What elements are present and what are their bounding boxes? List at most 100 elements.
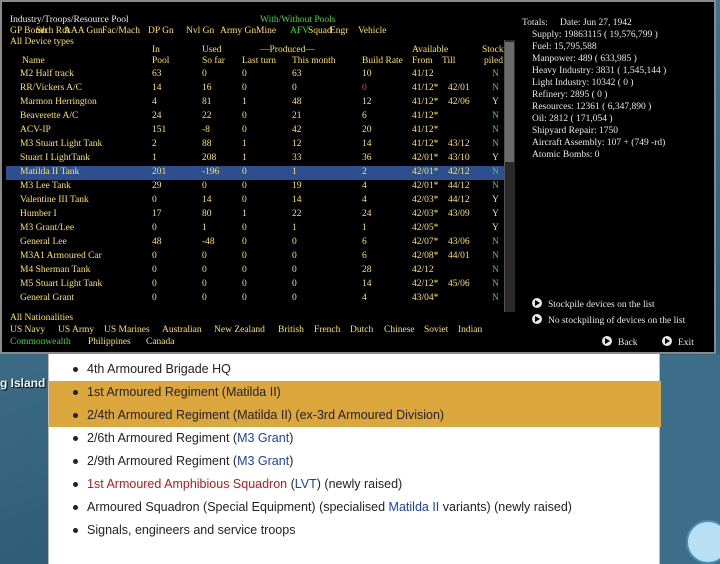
table-row[interactable]: M3 Lee Tank 29 0 0 19 4 42/01* 44/12 N (6, 180, 512, 194)
totals-line: Supply: 19863115 ( 19,576,799 ) (532, 30, 658, 40)
table-scrollbar[interactable] (504, 40, 515, 312)
wiki-text: Signals, engineers and service troops (87, 523, 296, 537)
cell-used: 14 (202, 195, 212, 205)
totals-line: Resources: 12361 ( 6,347,890 ) (532, 102, 652, 112)
wiki-text: Armoured Squadron (Special Equipment) (s… (87, 500, 389, 514)
table-row[interactable]: M5 Stuart Light Tank 0 0 0 0 14 42/12* 45/06 N (6, 278, 512, 292)
cell-pool: 0 (152, 293, 157, 303)
wiki-text: ( (287, 477, 295, 491)
totals-label: Totals: (522, 18, 548, 28)
cell-name: Beaverette A/C (20, 111, 79, 121)
device-type-fac-mach[interactable]: Fac/Mach (102, 25, 140, 37)
cell-name: M3 Lee Tank (20, 181, 71, 191)
current-date: Date: Jun 27, 1942 (560, 18, 632, 28)
nationality-australian[interactable]: Australian (162, 324, 202, 336)
all-nationalities[interactable]: All Nationalities (10, 312, 73, 324)
table-row[interactable]: Humber I 17 80 1 22 24 42/03* 43/09 Y (6, 208, 512, 222)
cell-month: 0 (292, 83, 297, 93)
wiki-link[interactable]: 1st Armoured Amphibious Squadron (87, 477, 287, 491)
cell-name: M5 Stuart Light Tank (20, 279, 103, 289)
cell-pool: 17 (152, 209, 162, 219)
cell-build: 12 (362, 97, 372, 107)
wiki-item-text: 2/4th Armoured Regiment (Matilda II) (ex… (87, 408, 444, 422)
table-row[interactable]: Beaverette A/C 24 22 0 21 6 41/12* N (6, 110, 512, 124)
nationality-us-army[interactable]: US Army (58, 324, 94, 336)
wiki-list-item: Signals, engineers and service troops (49, 519, 661, 542)
wiki-link[interactable]: M3 Grant (237, 431, 289, 445)
cell-from: 42/03* (412, 195, 439, 205)
table-row[interactable]: M2 Half track 63 0 0 63 10 41/12 N (6, 68, 512, 82)
cell-build: 6 (362, 237, 367, 247)
cell-build: 20 (362, 125, 372, 135)
cell-name: Humber I (20, 209, 57, 219)
cell-from: 42/07* (412, 237, 439, 247)
nationality-dutch[interactable]: Dutch (350, 324, 373, 336)
wiki-link[interactable]: M3 Grant (237, 454, 289, 468)
all-device-types[interactable]: All Device types (10, 36, 74, 48)
back-button[interactable]: Back (602, 336, 638, 348)
device-type-nvl-gn[interactable]: Nvl Gn (186, 25, 214, 37)
cell-used: 22 (202, 111, 212, 121)
nationality-indian[interactable]: Indian (458, 324, 482, 336)
stockpile-option[interactable]: Stockpile devices on the list (532, 298, 655, 310)
cell-used: 16 (202, 83, 212, 93)
cell-name: General Lee (20, 237, 67, 247)
cell-stock: N (492, 139, 499, 149)
device-type-dp-gn[interactable]: DP Gn (148, 25, 174, 37)
cell-till: 43/12 (448, 139, 470, 149)
cell-month: 21 (292, 111, 302, 121)
nationality-british[interactable]: British (278, 324, 304, 336)
cell-used: 88 (202, 139, 212, 149)
wiki-list-item: 2/6th Armoured Regiment (M3 Grant) (49, 427, 661, 450)
device-type-army-gn[interactable]: Army Gn (220, 25, 256, 37)
cell-till: 42/06 (448, 97, 470, 107)
cell-pool: 63 (152, 69, 162, 79)
device-type-mine[interactable]: Mine (256, 25, 276, 37)
cell-last: 0 (242, 279, 247, 289)
table-row[interactable]: ACV-IP 151 -8 0 42 20 41/12* N (6, 124, 512, 138)
no-stockpile-option[interactable]: No stockpiling of devices on the list (532, 314, 685, 326)
nationality-french[interactable]: French (314, 324, 340, 336)
nationality-commonwealth[interactable]: Commonwealth (10, 336, 71, 348)
nationality-us-navy[interactable]: US Navy (10, 324, 45, 336)
cell-stock: N (492, 237, 499, 247)
cell-stock: N (492, 265, 499, 275)
cell-build: 14 (362, 279, 372, 289)
device-type-afv[interactable]: AFV (290, 25, 309, 37)
table-row[interactable]: General Grant 0 0 0 0 4 43/04* N (6, 292, 512, 306)
device-type-engr[interactable]: Engr (330, 25, 348, 37)
cell-from: 42/01* (412, 167, 439, 177)
cell-name: General Grant (20, 293, 75, 303)
table-row[interactable]: M3A1 Armoured Car 0 0 0 0 6 42/08* 44/01 N (6, 250, 512, 264)
table-row[interactable]: Stuart I LightTank 1 208 1 33 36 42/01* 43/10 Y (6, 152, 512, 166)
device-type-vehicle[interactable]: Vehicle (358, 25, 387, 37)
nationality-chinese[interactable]: Chinese (384, 324, 415, 336)
cell-name: RR/Vickers A/C (20, 83, 82, 93)
cell-build: 4 (362, 181, 367, 191)
table-row[interactable]: M3 Grant/Lee 0 1 0 1 1 42/05* Y (6, 222, 512, 236)
scrollbar-thumb[interactable] (505, 42, 514, 162)
header-last: Last turn (242, 56, 277, 66)
table-row[interactable]: Marmon Herrington 4 81 1 48 12 41/12* 42/06 Y (6, 96, 512, 110)
cell-stock: N (492, 279, 499, 289)
wiki-list-item: 2/9th Armoured Regiment (M3 Grant) (49, 450, 661, 473)
cell-pool: 0 (152, 223, 157, 233)
device-type-squad[interactable]: Squad (308, 25, 332, 37)
wiki-link[interactable]: LVT (295, 477, 317, 491)
table-row[interactable]: General Lee 48 -48 0 0 6 42/07* 43/06 N (6, 236, 512, 250)
exit-button[interactable]: Exit (662, 336, 694, 348)
table-row[interactable]: M3 Stuart Light Tank 2 88 1 12 14 41/12* 43/12 N (6, 138, 512, 152)
wiki-text: ) (289, 431, 294, 445)
wiki-link[interactable]: Matilda II (389, 500, 440, 514)
nationality-soviet[interactable]: Soviet (424, 324, 448, 336)
table-row[interactable]: Valentine III Tank 0 14 0 14 4 42/03* 44/12 Y (6, 194, 512, 208)
nationality-new-zealand[interactable]: New Zealand (214, 324, 265, 336)
nationality-canada[interactable]: Canada (146, 336, 175, 348)
nationality-us-marines[interactable]: US Marines (104, 324, 150, 336)
cell-used: 0 (202, 279, 207, 289)
table-row[interactable]: Matilda II Tank 201 -196 0 1 2 42/01* 42/12 N (6, 166, 512, 180)
table-row[interactable]: M4 Sherman Tank 0 0 0 0 28 42/12 N (6, 264, 512, 278)
table-row[interactable]: RR/Vickers A/C 14 16 0 0 0 41/12* 42/01 N (6, 82, 512, 96)
nationality-philippines[interactable]: Philippines (88, 336, 131, 348)
cell-stock: N (492, 83, 499, 93)
